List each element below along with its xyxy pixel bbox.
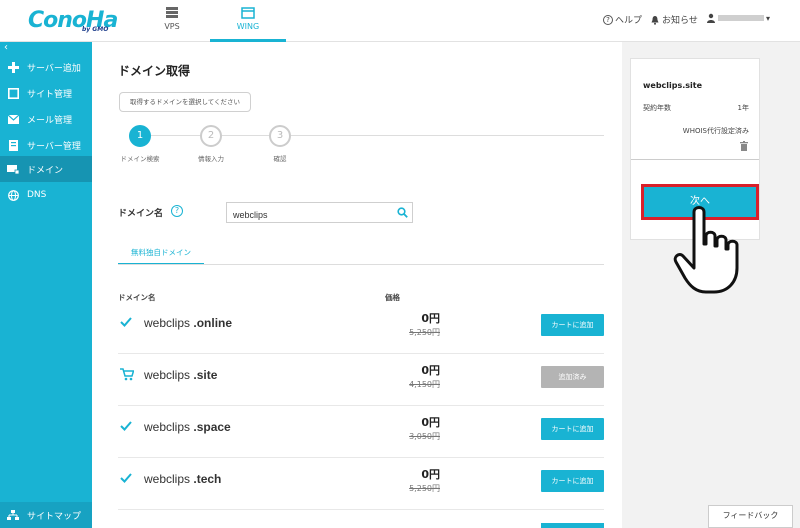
price: 0円 (421, 468, 440, 481)
table-row: webclips .site 0円 4,150円 追加済み (118, 354, 604, 406)
domain-name: webclips .online (144, 316, 233, 330)
globe-icon (7, 189, 19, 201)
chevron-down-icon: ▾ (766, 13, 771, 23)
instruction-tooltip: 取得するドメインを選択してください (119, 92, 251, 112)
tab-wing-label: WING (236, 22, 260, 31)
table-row: webclips .tech 0円 5,250円 カートに追加 (118, 458, 604, 510)
contract-term-label: 契約年数 (643, 104, 671, 112)
added-button: 追加済み (541, 366, 604, 388)
server-icon (7, 139, 19, 151)
sidebar-item-label: メール管理 (27, 115, 73, 126)
step-2-label: 情報入力 (198, 155, 224, 163)
user-menu[interactable]: ▾ (706, 13, 770, 23)
contract-term-value: 1年 (737, 104, 749, 112)
sidebar-item-label: サイト管理 (27, 89, 73, 100)
partial-button (541, 523, 604, 528)
sitemap-icon (7, 509, 19, 521)
step-3-label: 確認 (273, 155, 287, 163)
tab-vps[interactable]: VPS (134, 0, 210, 42)
step-3: 3 (269, 125, 291, 147)
sidebar-item-add-server[interactable]: サーバー追加 (0, 54, 92, 80)
domain-icon (7, 163, 19, 175)
price: 0円 (421, 364, 440, 377)
main-panel: ドメイン取得 取得するドメインを選択してください 1 2 3 ドメイン検索 情報… (92, 42, 622, 528)
tab-free-domain[interactable]: 無料独自ドメイン (118, 246, 204, 265)
gmo-logo: by GMO (82, 26, 109, 33)
pointing-hand-icon (673, 206, 739, 294)
table-row: webclips .online 0円 5,250円 カートに追加 (118, 302, 604, 354)
tab-underline (118, 264, 604, 265)
feedback-button[interactable]: フィードバック (708, 505, 793, 528)
table-row: webclips .space 0円 3,050円 カートに追加 (118, 406, 604, 458)
old-price: 5,250円 (409, 484, 440, 493)
search-icon[interactable] (397, 207, 408, 218)
step-2: 2 (200, 125, 222, 147)
page-title: ドメイン取得 (118, 64, 191, 78)
check-icon (120, 317, 132, 327)
tab-wing[interactable]: WING (210, 0, 286, 42)
old-price: 3,050円 (409, 432, 440, 441)
sidebar: ‹ サーバー追加 サイト管理 メール管理 サーバー管理 ドメイン DNS サイト… (0, 42, 92, 528)
trash-icon[interactable] (740, 141, 748, 151)
mail-icon (7, 113, 19, 125)
sidebar-item-server[interactable]: サーバー管理 (0, 132, 92, 158)
tab-vps-label: VPS (164, 22, 180, 31)
help-question-icon[interactable]: ? (171, 205, 183, 217)
domain-name-label: ドメイン名 (118, 209, 164, 219)
domain-name: webclips .site (144, 368, 218, 382)
add-to-cart-button[interactable]: カートに追加 (541, 314, 604, 336)
add-to-cart-button[interactable]: カートに追加 (541, 418, 604, 440)
sitemap-link[interactable]: サイトマップ (0, 502, 92, 528)
old-price: 5,250円 (409, 328, 440, 337)
notice-link[interactable]: お知らせ (650, 13, 698, 26)
sitemap-label: サイトマップ (27, 511, 82, 522)
sidebar-item-label: DNS (27, 190, 47, 200)
help-label: ヘルプ (615, 16, 643, 26)
sidebar-item-label: サーバー追加 (27, 63, 81, 74)
add-to-cart-button[interactable]: カートに追加 (541, 470, 604, 492)
user-name-blurred (718, 15, 764, 21)
whois-status: WHOIS代行設定済み (682, 127, 749, 135)
sidebar-item-site[interactable]: サイト管理 (0, 80, 92, 106)
check-icon (120, 473, 132, 483)
domain-search-input[interactable] (227, 205, 387, 225)
question-icon: ? (603, 14, 613, 25)
user-icon (707, 13, 715, 23)
step-1-label: ドメイン検索 (120, 155, 160, 163)
collapse-arrow-icon[interactable]: ‹ (4, 42, 8, 53)
top-header: ConoHa by GMO VPS WING ? ヘルプ お知らせ ▾ (0, 0, 800, 42)
window-icon (7, 87, 19, 99)
old-price: 4,150円 (409, 380, 440, 389)
sidebar-item-label: ドメイン (27, 165, 64, 176)
server-icon (166, 7, 178, 18)
domain-name: webclips .tech (144, 472, 222, 486)
sidebar-item-domain[interactable]: ドメイン (0, 156, 92, 182)
domain-name: webclips .space (144, 420, 231, 434)
sidebar-item-mail[interactable]: メール管理 (0, 106, 92, 132)
step-1: 1 (129, 125, 151, 147)
plus-icon (7, 61, 19, 73)
cart-icon (120, 368, 134, 381)
wing-icon (241, 7, 255, 19)
cart-domain-name: webclips.site (643, 81, 703, 90)
check-icon (120, 421, 132, 431)
price: 0円 (421, 312, 440, 325)
price: 0円 (421, 416, 440, 429)
notice-label: お知らせ (662, 16, 698, 26)
bell-icon (651, 15, 659, 25)
sidebar-item-dns[interactable]: DNS (0, 182, 92, 208)
help-link[interactable]: ? ヘルプ (603, 13, 642, 26)
divider (631, 159, 759, 160)
domain-search-box (226, 202, 413, 225)
sidebar-item-label: サーバー管理 (27, 141, 81, 152)
